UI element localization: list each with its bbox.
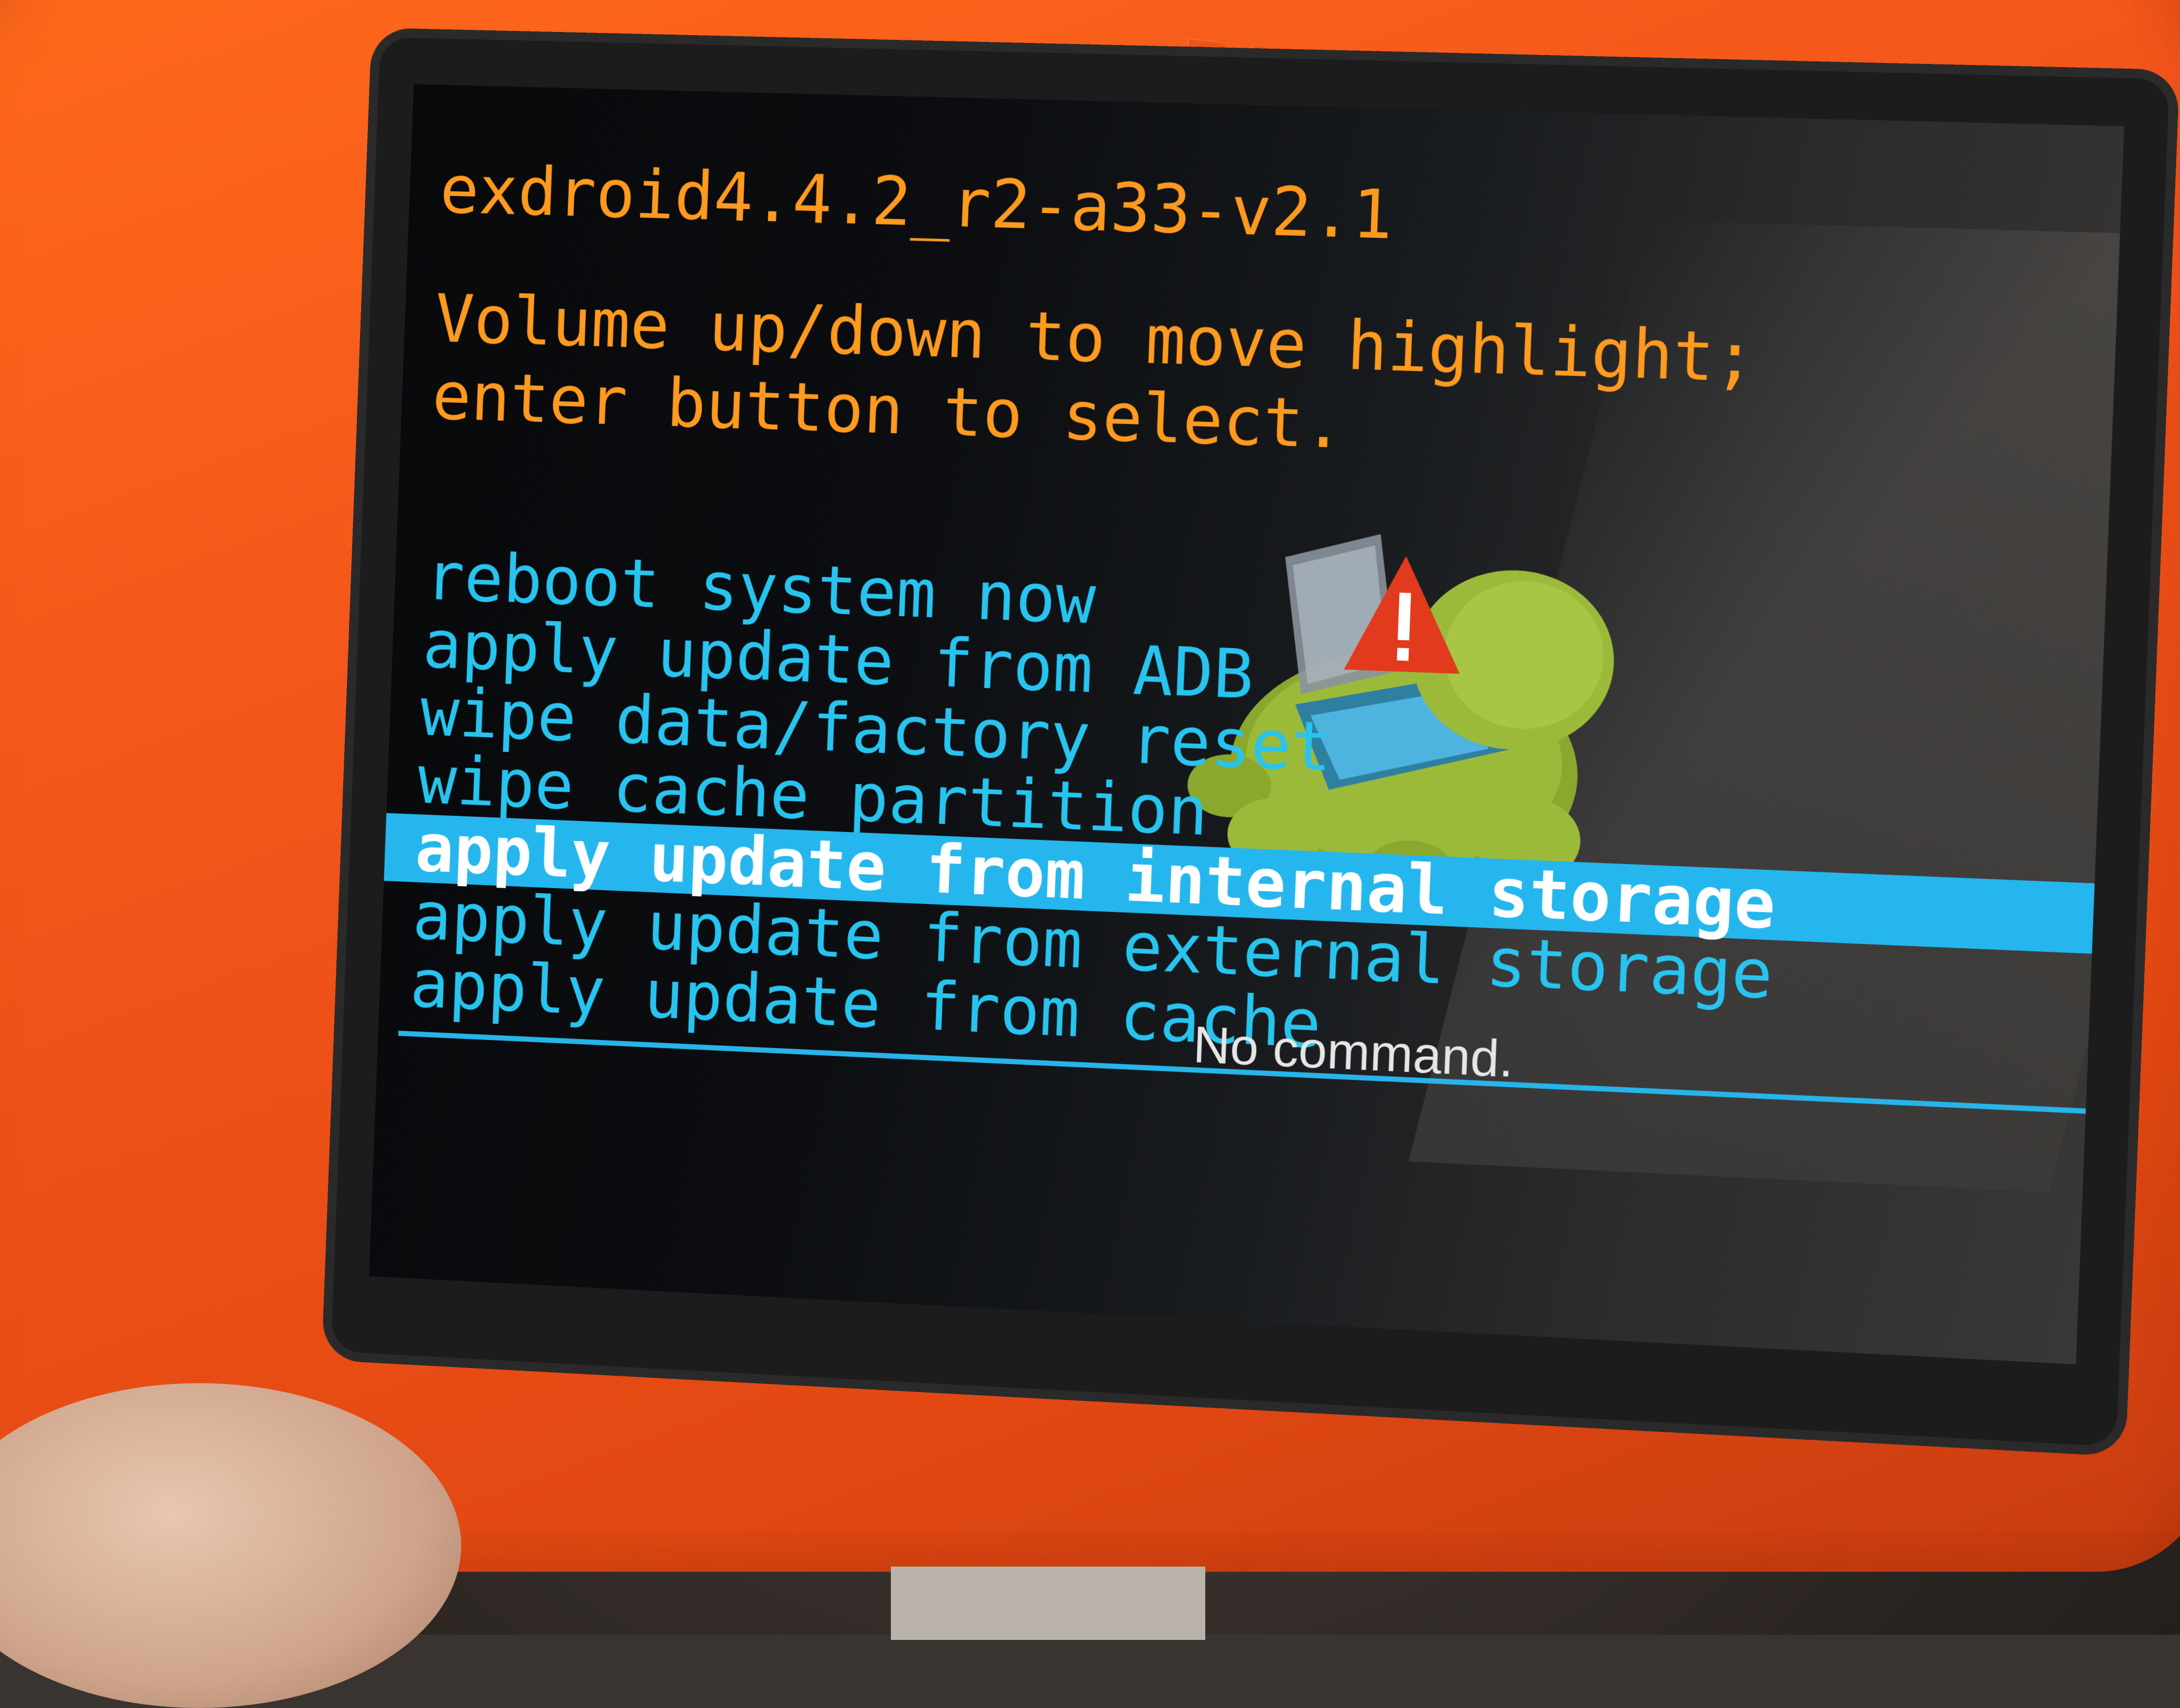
photo-scene: PLAYAWAY exdroid4.4.2_r2-a33-v2.1 Volume…: [0, 0, 2180, 1708]
recovery-version: exdroid4.4.2_r2-a33-v2.1: [439, 151, 1394, 255]
recovery-screen: exdroid4.4.2_r2-a33-v2.1 Volume up/down …: [369, 84, 2124, 1365]
tablet-bezel: exdroid4.4.2_r2-a33-v2.1 Volume up/down …: [331, 37, 2170, 1447]
stand: [891, 1567, 1205, 1640]
recovery-instructions: Volume up/down to move highlight; enter …: [431, 280, 1757, 478]
recovery-menu: reboot system now apply update from ADB …: [379, 538, 2106, 1094]
